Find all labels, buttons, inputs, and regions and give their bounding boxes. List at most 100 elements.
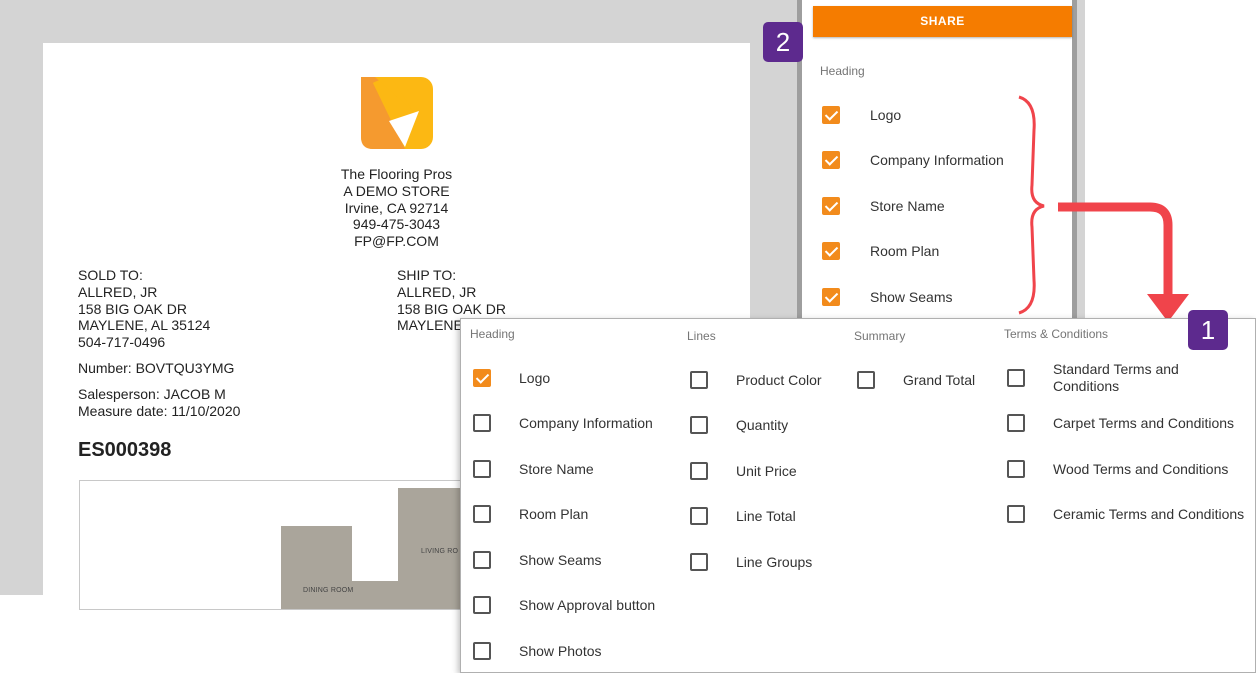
option-unit-price[interactable]: Unit Price bbox=[690, 462, 797, 480]
checkbox-unchecked[interactable] bbox=[690, 416, 708, 434]
option-label: Show Seams bbox=[519, 551, 602, 568]
checkbox-checked[interactable] bbox=[473, 369, 491, 387]
checkbox-checked[interactable] bbox=[822, 106, 840, 124]
sold-to-city: MAYLENE, AL 35124 bbox=[78, 317, 211, 334]
option-room-plan[interactable]: Room Plan bbox=[473, 505, 588, 523]
company-name: The Flooring Pros bbox=[340, 166, 453, 182]
checkbox-unchecked[interactable] bbox=[473, 414, 491, 432]
callout-badge-1: 1 bbox=[1188, 310, 1228, 350]
option-show-seams[interactable]: Show Seams bbox=[473, 551, 601, 569]
option-label: Standard Terms and Conditions bbox=[1053, 361, 1179, 394]
checkbox-unchecked[interactable] bbox=[473, 505, 491, 523]
room-shape bbox=[350, 581, 400, 609]
option-grand-total[interactable]: Grand Total bbox=[857, 371, 975, 389]
estimate-id: ES000398 bbox=[78, 439, 172, 461]
ship-to-name: ALLRED, JR bbox=[397, 283, 477, 300]
checkbox-checked[interactable] bbox=[822, 242, 840, 260]
checkbox-unchecked[interactable] bbox=[857, 371, 875, 389]
option-line-total[interactable]: Line Total bbox=[690, 507, 796, 525]
share-options-panel: Heading Lines Summary Terms & Conditions… bbox=[460, 318, 1256, 673]
store-name: A DEMO STORE bbox=[343, 182, 450, 199]
option-ceramic-terms[interactable]: Ceramic Terms and Conditions bbox=[1007, 505, 1244, 523]
option-line-groups[interactable]: Line Groups bbox=[690, 553, 812, 571]
checkbox-unchecked[interactable] bbox=[690, 462, 708, 480]
option-label: Carpet Terms and Conditions bbox=[1053, 414, 1235, 431]
sold-to-name: ALLRED, JR bbox=[78, 283, 158, 300]
room-shape bbox=[281, 526, 352, 609]
column-lines-title: Lines bbox=[687, 329, 716, 343]
column-summary-title: Summary bbox=[854, 329, 906, 343]
panel-option-store-name[interactable]: Store Name bbox=[822, 196, 945, 216]
checkbox-unchecked[interactable] bbox=[1007, 505, 1025, 523]
checkbox-checked[interactable] bbox=[822, 288, 840, 306]
option-quantity[interactable]: Quantity bbox=[690, 416, 788, 434]
option-label: Line Total bbox=[736, 507, 796, 524]
option-label: Store Name bbox=[519, 460, 594, 477]
callout-badge-2: 2 bbox=[763, 22, 803, 62]
panel-option-label: Store Name bbox=[870, 198, 945, 214]
estimate-number: Number: BOVTQU3YMG bbox=[78, 360, 235, 376]
share-panel: SHARE Heading Logo Company Information S… bbox=[797, 0, 1077, 325]
sold-to-label: SOLD TO: bbox=[78, 267, 143, 283]
panel-option-label: Show Seams bbox=[870, 289, 953, 305]
checkbox-unchecked[interactable] bbox=[473, 460, 491, 478]
panel-option-show-seams[interactable]: Show Seams bbox=[822, 287, 952, 307]
room-label-dining: DINING ROOM bbox=[303, 587, 354, 594]
ship-to-street: 158 BIG OAK DR bbox=[397, 300, 506, 317]
panel-option-label: Logo bbox=[870, 107, 902, 123]
company-city: Irvine, CA 92714 bbox=[344, 199, 449, 216]
option-label: Quantity bbox=[736, 416, 789, 433]
checkbox-unchecked[interactable] bbox=[473, 642, 491, 660]
option-label: Unit Price bbox=[736, 462, 797, 479]
company-info: The Flooring Pros A DEMO STORE Irvine, C… bbox=[43, 166, 750, 250]
option-label: Wood Terms and Conditions bbox=[1053, 460, 1229, 477]
panel-option-logo[interactable]: Logo bbox=[822, 105, 901, 125]
option-product-color[interactable]: Product Color bbox=[690, 371, 822, 389]
salesperson: Salesperson: JACOB M bbox=[78, 386, 226, 402]
option-label: Line Groups bbox=[736, 553, 813, 570]
option-label: Room Plan bbox=[519, 505, 589, 522]
sold-to-phone: 504-717-0496 bbox=[78, 334, 166, 351]
checkbox-unchecked[interactable] bbox=[473, 596, 491, 614]
option-label: Company Information bbox=[519, 414, 653, 431]
option-label: Ceramic Terms and Conditions bbox=[1053, 505, 1245, 522]
option-label: Grand Total bbox=[903, 371, 976, 388]
option-wood-terms[interactable]: Wood Terms and Conditions bbox=[1007, 460, 1228, 478]
panel-option-company-information[interactable]: Company Information bbox=[822, 150, 1004, 170]
sold-to-block: SOLD TO: ALLRED, JR 158 BIG OAK DR MAYLE… bbox=[78, 267, 210, 351]
option-show-photos[interactable]: Show Photos bbox=[473, 642, 602, 660]
column-terms-title: Terms & Conditions bbox=[1004, 327, 1109, 341]
checkbox-unchecked[interactable] bbox=[473, 551, 491, 569]
option-store-name[interactable]: Store Name bbox=[473, 460, 594, 478]
measure-date: Measure date: 11/10/2020 bbox=[78, 402, 241, 419]
option-label: Product Color bbox=[736, 371, 822, 388]
checkbox-unchecked[interactable] bbox=[1007, 369, 1025, 387]
checkbox-checked[interactable] bbox=[822, 197, 840, 215]
option-logo[interactable]: Logo bbox=[473, 369, 550, 387]
panel-option-room-plan[interactable]: Room Plan bbox=[822, 241, 939, 261]
option-label: Show Approval button bbox=[519, 596, 656, 613]
company-phone: 949-475-3043 bbox=[352, 216, 441, 233]
company-logo bbox=[361, 77, 433, 149]
checkbox-unchecked[interactable] bbox=[1007, 414, 1025, 432]
salesperson-block: Salesperson: JACOB M Measure date: 11/10… bbox=[78, 386, 240, 420]
option-carpet-terms[interactable]: Carpet Terms and Conditions bbox=[1007, 414, 1234, 432]
ship-to-label: SHIP TO: bbox=[397, 267, 457, 283]
option-standard-terms[interactable]: Standard Terms and Conditions bbox=[1007, 361, 1203, 395]
share-options-screen: The Flooring Pros A DEMO STORE Irvine, C… bbox=[0, 0, 1256, 673]
company-email: FP@FP.COM bbox=[354, 233, 439, 250]
share-button[interactable]: SHARE bbox=[813, 6, 1072, 37]
checkbox-unchecked[interactable] bbox=[1007, 460, 1025, 478]
option-company-information[interactable]: Company Information bbox=[473, 414, 653, 432]
panel-option-label: Room Plan bbox=[870, 243, 940, 259]
checkbox-unchecked[interactable] bbox=[690, 553, 708, 571]
option-label: Show Photos bbox=[519, 642, 602, 659]
checkbox-unchecked[interactable] bbox=[690, 371, 708, 389]
option-show-approval-button[interactable]: Show Approval button bbox=[473, 596, 655, 614]
sold-to-street: 158 BIG OAK DR bbox=[78, 300, 187, 317]
checkbox-unchecked[interactable] bbox=[690, 507, 708, 525]
panel-option-label: Company Information bbox=[870, 152, 1004, 168]
checkbox-checked[interactable] bbox=[822, 151, 840, 169]
panel-heading-label: Heading bbox=[820, 64, 865, 78]
column-heading-title: Heading bbox=[470, 327, 515, 341]
